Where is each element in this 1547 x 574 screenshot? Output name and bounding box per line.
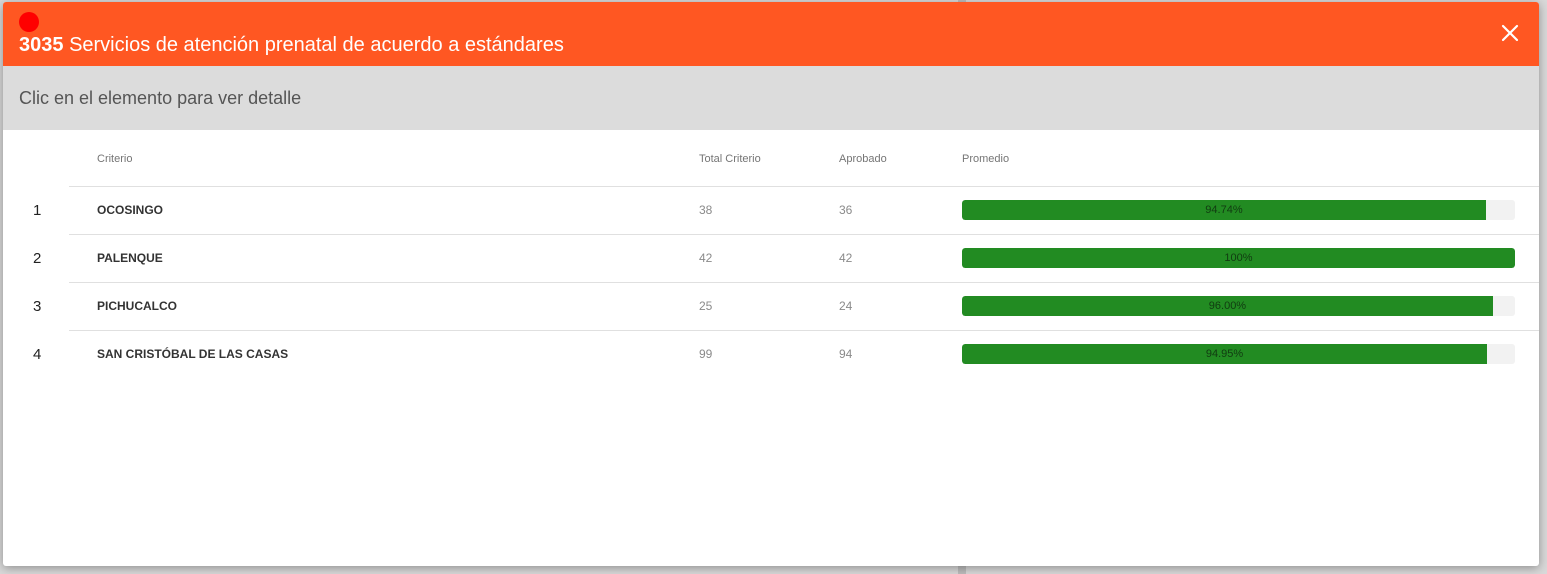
row-promedio: 94.74%	[962, 185, 1539, 234]
indicator-code: 3035	[19, 34, 64, 56]
table-row[interactable]: 1 OCOSINGO 38 36 94.74%	[3, 185, 1539, 234]
column-header-criterio: Criterio	[97, 152, 133, 165]
table-header-row: Criterio Total Criterio Aprobado Promedi…	[3, 130, 1539, 186]
row-aprobado: 36	[839, 185, 962, 234]
row-index: 3	[33, 297, 42, 315]
progress-bar-label: 96.00%	[1208, 300, 1247, 312]
column-header-total: Total Criterio	[699, 152, 761, 165]
table-row[interactable]: 3 PICHUCALCO 25 24 96.00%	[3, 281, 1539, 330]
progress-bar: 94.74%	[962, 200, 1515, 220]
column-header-aprobado: Aprobado	[839, 152, 887, 165]
column-header-index	[3, 130, 69, 186]
row-total: 99	[699, 329, 839, 378]
close-icon	[1501, 24, 1519, 42]
row-total: 42	[699, 233, 839, 282]
indicator-title: Servicios de atención prenatal de acuerd…	[69, 34, 564, 56]
row-aprobado: 24	[839, 281, 962, 330]
progress-bar-label: 100%	[1224, 252, 1253, 264]
row-index: 2	[33, 249, 42, 267]
table-row[interactable]: 4 SAN CRISTÓBAL DE LAS CASAS 99 94 94.95…	[3, 329, 1539, 378]
progress-bar: 96.00%	[962, 296, 1515, 316]
row-criterio[interactable]: OCOSINGO	[69, 185, 699, 234]
table-row[interactable]: 2 PALENQUE 42 42 100%	[3, 233, 1539, 282]
row-aprobado: 42	[839, 233, 962, 282]
row-index: 4	[33, 345, 42, 363]
progress-bar: 100%	[962, 248, 1515, 268]
dialog-header: 3035 Servicios de atención prenatal de a…	[3, 2, 1539, 66]
row-promedio: 100%	[962, 233, 1539, 282]
row-criterio[interactable]: PICHUCALCO	[69, 281, 699, 330]
instruction-text: Clic en el elemento para ver detalle	[19, 87, 302, 108]
detail-dialog: 3035 Servicios de atención prenatal de a…	[3, 2, 1539, 566]
row-promedio: 96.00%	[962, 281, 1539, 330]
row-promedio: 94.95%	[962, 329, 1539, 378]
results-table: Criterio Total Criterio Aprobado Promedi…	[3, 130, 1539, 378]
row-index: 1	[33, 201, 42, 219]
progress-bar-label: 94.74%	[1205, 204, 1243, 216]
close-button[interactable]	[1499, 22, 1521, 44]
row-total: 25	[699, 281, 839, 330]
column-header-promedio: Promedio	[962, 152, 1010, 165]
status-indicator-icon	[19, 12, 39, 32]
row-total: 38	[699, 185, 839, 234]
progress-bar: 94.95%	[962, 344, 1515, 365]
row-aprobado: 94	[839, 329, 962, 378]
row-criterio[interactable]: SAN CRISTÓBAL DE LAS CASAS	[69, 329, 699, 378]
progress-bar-label: 94.95%	[1205, 348, 1244, 361]
dialog-title: 3035 Servicios de atención prenatal de a…	[19, 33, 564, 57]
row-criterio[interactable]: PALENQUE	[69, 233, 699, 282]
results-table-wrapper: Criterio Total Criterio Aprobado Promedi…	[3, 130, 1539, 378]
instruction-bar: Clic en el elemento para ver detalle	[3, 66, 1539, 130]
